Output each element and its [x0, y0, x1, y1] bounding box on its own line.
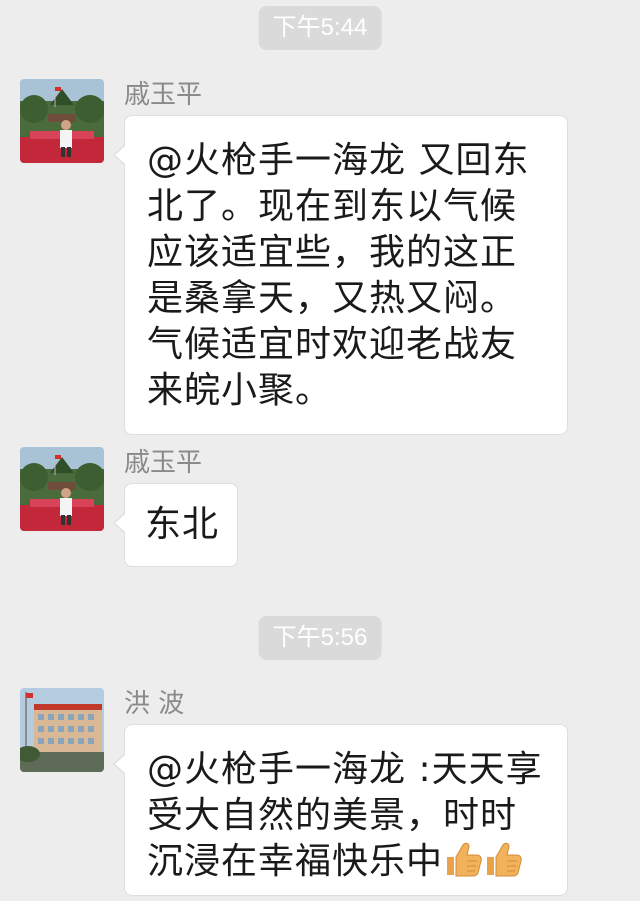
message-text: @火枪手一海龙 又回东北了。现在到东以气候应该适宜些，我的这正是桑拿天，又热又闷… — [147, 140, 530, 411]
thumbs-up-icon — [483, 839, 523, 891]
message-bubble[interactable]: @火枪手一海龙 :天天享受大自然的美景，时时沉浸在幸福快乐中 — [113, 724, 568, 896]
timestamp: 下午5:56 — [258, 616, 382, 660]
sender-name: 戚玉平 — [124, 80, 203, 110]
avatar[interactable] — [20, 688, 104, 772]
sender-name: 洪 波 — [124, 689, 185, 719]
sender-name: 戚玉平 — [124, 448, 203, 478]
message-bubble[interactable]: 东北 — [113, 483, 238, 567]
message-bubble[interactable]: @火枪手一海龙 又回东北了。现在到东以气候应该适宜些，我的这正是桑拿天，又热又闷… — [113, 115, 568, 435]
avatar-photo-icon — [20, 79, 104, 163]
message-text: 东北 — [145, 504, 220, 545]
avatar[interactable] — [20, 447, 104, 531]
thumbs-up-icon — [443, 839, 483, 891]
avatar-photo-icon — [20, 447, 104, 531]
message-text: @火枪手一海龙 :天天享受大自然的美景，时时沉浸在幸福快乐中 — [147, 747, 549, 891]
avatar-photo-icon — [20, 688, 104, 772]
timestamp: 下午5:44 — [258, 6, 382, 50]
avatar[interactable] — [20, 79, 104, 163]
